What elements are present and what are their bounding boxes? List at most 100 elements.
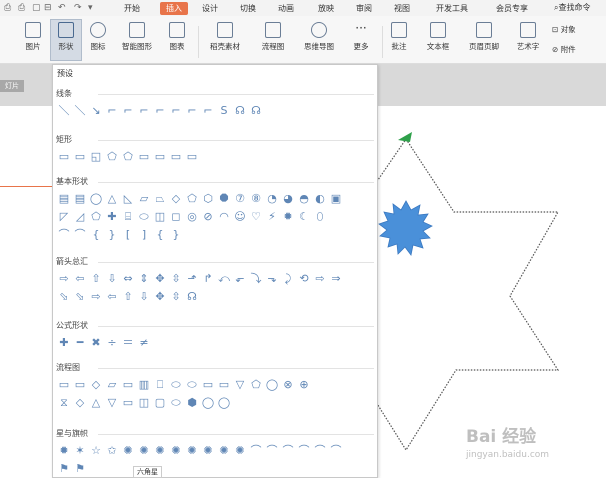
shape-option-icon[interactable]: ▭ (168, 150, 184, 164)
shape-option-icon[interactable]: ▱ (136, 192, 152, 206)
shape-option-icon[interactable]: ⇳ (168, 290, 184, 304)
shape-option-icon[interactable]: ◓ (296, 192, 312, 206)
shape-option-icon[interactable]: ◔ (264, 192, 280, 206)
shape-option-icon[interactable]: ⬭ (168, 378, 184, 392)
shape-option-icon[interactable]: { (152, 228, 168, 242)
shape-option-icon[interactable]: ◯ (88, 192, 104, 206)
shape-option-icon[interactable]: ⚡ (264, 210, 280, 224)
shape-option-icon[interactable]: ✺ (216, 444, 232, 458)
shape-option-icon[interactable]: ✺ (120, 444, 136, 458)
shape-option-icon[interactable]: [ (120, 228, 136, 242)
shape-option-icon[interactable]: ✹ (56, 444, 72, 458)
shape-option-icon[interactable]: ▭ (152, 150, 168, 164)
shape-option-icon[interactable]: ▢ (152, 396, 168, 410)
shape-option-icon[interactable]: ⬂ (56, 290, 72, 304)
shape-option-icon[interactable]: ⚑ (72, 462, 88, 476)
shape-option-icon[interactable]: ◺ (120, 192, 136, 206)
shape-option-icon[interactable]: ÷ (104, 336, 120, 350)
shape-option-icon[interactable]: ⑧ (248, 192, 264, 206)
shape-option-icon[interactable]: ＝ (120, 336, 136, 350)
shape-option-icon[interactable]: ⯃ (216, 192, 232, 206)
shape-option-icon[interactable]: ⇨ (56, 272, 72, 286)
shape-option-icon[interactable]: ⬠ (184, 192, 200, 206)
shape-option-icon[interactable]: ⇨ (312, 272, 328, 286)
shape-option-icon[interactable]: } (168, 228, 184, 242)
shape-option-icon[interactable]: ⌒ (264, 444, 280, 458)
shape-option-icon[interactable]: ⇔ (120, 272, 136, 286)
shape-option-icon[interactable]: ✺ (168, 444, 184, 458)
shape-option-icon[interactable]: ◯ (216, 396, 232, 410)
shape-option-icon[interactable]: ▭ (72, 378, 88, 392)
shape-option-icon[interactable]: } (104, 228, 120, 242)
shape-option-icon[interactable]: ☺ (232, 210, 248, 224)
shape-option-icon[interactable]: ▣ (328, 192, 344, 206)
shape-option-icon[interactable]: ☊ (184, 290, 200, 304)
shape-option-icon[interactable]: ↘ (88, 104, 104, 118)
shape-option-icon[interactable]: ▤ (56, 192, 72, 206)
shape-option-icon[interactable]: ⏢ (152, 192, 168, 206)
shape-option-icon[interactable]: ◻ (168, 210, 184, 224)
shape-option-icon[interactable]: ⇩ (104, 272, 120, 286)
shape-option-icon[interactable]: ⌐ (120, 104, 136, 118)
shape-option-icon[interactable]: ⬐ (232, 272, 248, 286)
shape-option-icon[interactable]: ◕ (280, 192, 296, 206)
shape-option-icon[interactable]: ☊ (232, 104, 248, 118)
shape-option-icon[interactable]: ⌒ (72, 228, 88, 242)
shape-option-icon[interactable]: { (88, 228, 104, 242)
shape-option-icon[interactable]: ⤺ (216, 272, 232, 286)
shape-option-icon[interactable]: ◇ (88, 378, 104, 392)
shape-option-icon[interactable]: ◱ (88, 150, 104, 164)
shape-option-icon[interactable]: ⬏ (184, 272, 200, 286)
shape-option-icon[interactable]: ✥ (152, 272, 168, 286)
shape-option-icon[interactable]: ⌐ (152, 104, 168, 118)
shape-option-icon[interactable]: ] (136, 228, 152, 242)
shape-option-icon[interactable]: ⌒ (56, 228, 72, 242)
shape-option-icon[interactable]: ⎕ (152, 378, 168, 392)
shape-option-icon[interactable]: ⇦ (104, 290, 120, 304)
shape-option-icon[interactable]: ⌐ (104, 104, 120, 118)
shape-option-icon[interactable]: ⬠ (248, 378, 264, 392)
shape-option-icon[interactable]: ⬭ (168, 396, 184, 410)
shape-option-icon[interactable]: ⬭ (136, 210, 152, 224)
shape-option-icon[interactable]: ⌒ (328, 444, 344, 458)
shape-option-icon[interactable]: ⬢ (184, 396, 200, 410)
shape-option-icon[interactable]: ▭ (56, 150, 72, 164)
shape-option-icon[interactable]: ◫ (136, 396, 152, 410)
shape-option-icon[interactable]: ◫ (152, 210, 168, 224)
shape-option-icon[interactable]: ▭ (72, 150, 88, 164)
shape-option-icon[interactable]: ▤ (72, 192, 88, 206)
shape-option-icon[interactable]: ⌐ (136, 104, 152, 118)
shape-option-icon[interactable]: ⇩ (136, 290, 152, 304)
shape-option-icon[interactable]: ⊘ (200, 210, 216, 224)
shape-option-icon[interactable]: ⬂ (72, 290, 88, 304)
shape-option-icon[interactable]: ✺ (232, 444, 248, 458)
shape-option-icon[interactable]: ⌸ (120, 210, 136, 224)
shape-option-icon[interactable]: ◎ (184, 210, 200, 224)
shape-option-icon[interactable]: ▽ (104, 396, 120, 410)
shape-option-icon[interactable]: ▽ (232, 378, 248, 392)
shape-option-icon[interactable]: ♡ (248, 210, 264, 224)
shape-option-icon[interactable]: ⌒ (312, 444, 328, 458)
shape-option-icon[interactable]: ⬠ (104, 150, 120, 164)
shape-option-icon[interactable]: ⬯ (312, 210, 328, 224)
shape-option-icon[interactable]: ✺ (200, 444, 216, 458)
shape-option-icon[interactable]: ◯ (264, 378, 280, 392)
shape-option-icon[interactable]: ⇒ (328, 272, 344, 286)
shape-option-icon[interactable]: ⚑ (56, 462, 72, 476)
shape-option-icon[interactable]: ▭ (184, 150, 200, 164)
shape-option-icon[interactable]: ⇧ (120, 290, 136, 304)
shape-option-icon[interactable]: ＼ (56, 104, 72, 118)
shape-option-icon[interactable]: ◇ (168, 192, 184, 206)
shape-option-icon[interactable]: ⌐ (168, 104, 184, 118)
shape-option-icon[interactable]: ⬎ (264, 272, 280, 286)
shape-option-icon[interactable]: ⊗ (280, 378, 296, 392)
shape-option-icon[interactable]: ⧖ (56, 396, 72, 410)
shape-option-icon[interactable]: ⊕ (296, 378, 312, 392)
shape-option-icon[interactable]: ◯ (200, 396, 216, 410)
shape-option-icon[interactable]: ▭ (56, 378, 72, 392)
shape-option-icon[interactable]: ◐ (312, 192, 328, 206)
shape-option-icon[interactable]: ━ (72, 336, 88, 350)
shape-option-icon[interactable]: ⌒ (280, 444, 296, 458)
shape-option-icon[interactable]: ⇨ (88, 290, 104, 304)
shape-option-icon[interactable]: ▭ (136, 150, 152, 164)
